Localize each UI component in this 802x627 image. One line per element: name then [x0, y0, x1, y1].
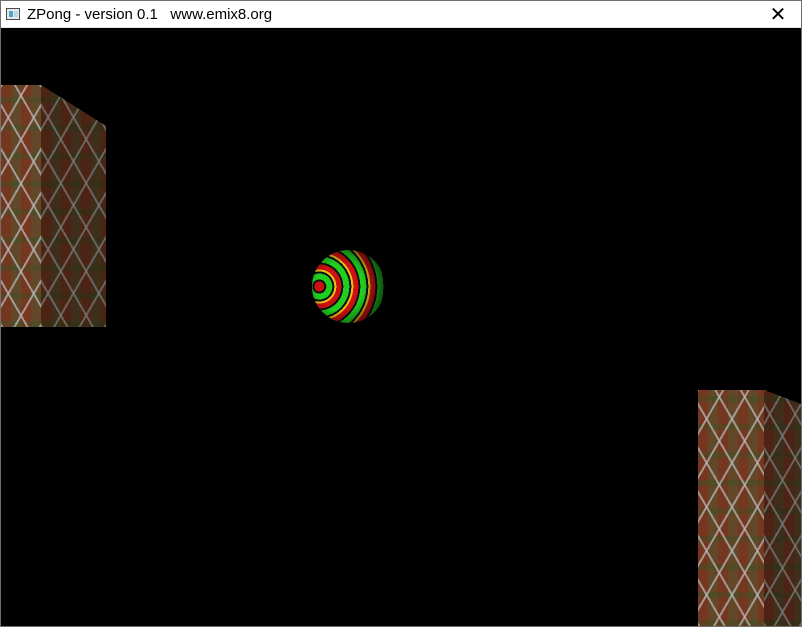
game-viewport[interactable] [1, 28, 801, 626]
close-button[interactable]: ✕ [755, 1, 801, 27]
title-bar[interactable]: ZPong - version 0.1 www.emix8.org ✕ [1, 1, 801, 28]
right-paddle [698, 390, 801, 626]
ball [312, 250, 385, 323]
right-paddle-front-face [698, 390, 766, 626]
left-paddle [1, 85, 106, 327]
game-window: ZPong - version 0.1 www.emix8.org ✕ [0, 0, 802, 627]
window-title: ZPong - version 0.1 www.emix8.org [27, 6, 273, 23]
left-paddle-front-face [1, 85, 41, 327]
left-paddle-side-face [41, 85, 106, 327]
close-icon: ✕ [769, 3, 787, 26]
right-paddle-side-face [764, 390, 801, 626]
app-icon[interactable] [6, 8, 20, 20]
